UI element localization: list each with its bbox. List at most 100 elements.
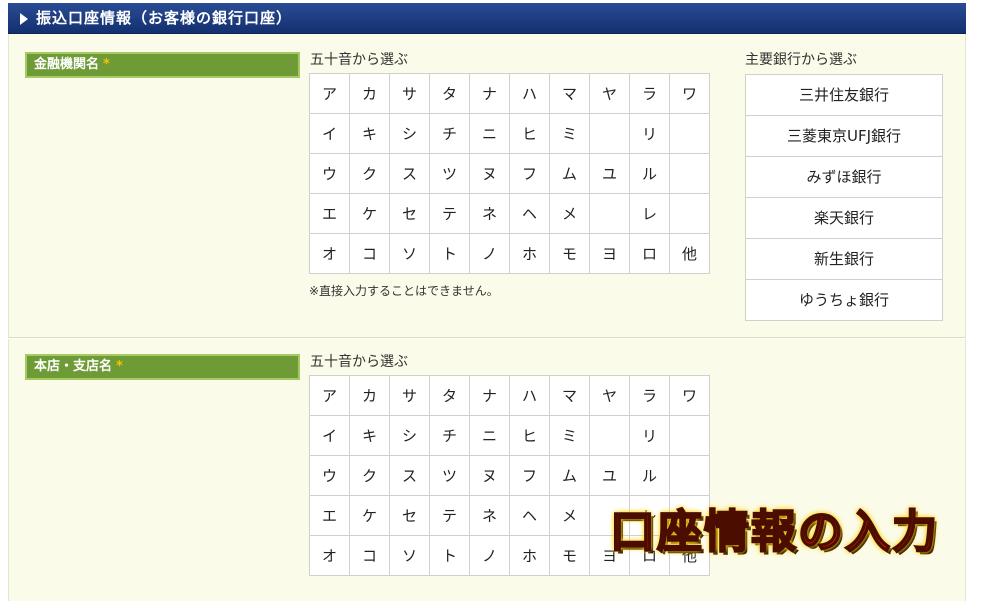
major-bank-item[interactable]: 楽天銀行 — [746, 198, 942, 239]
major-bank-item[interactable]: 新生銀行 — [746, 239, 942, 280]
kana-button[interactable]: ス — [389, 455, 430, 496]
kana-button[interactable]: ア — [309, 375, 350, 416]
kana-button[interactable]: コ — [349, 233, 390, 274]
kana-button[interactable]: ル — [629, 153, 670, 194]
kana-button[interactable]: ナ — [469, 375, 510, 416]
kana-button[interactable]: イ — [309, 415, 350, 456]
kana-button[interactable]: ソ — [389, 535, 430, 576]
kana-button[interactable]: ワ — [669, 375, 710, 416]
kana-button[interactable]: モ — [549, 233, 590, 274]
kana-button[interactable]: ヘ — [509, 193, 550, 234]
kana-button[interactable]: ヒ — [509, 415, 550, 456]
kana-button[interactable]: ユ — [589, 153, 630, 194]
kana-button[interactable]: リ — [629, 113, 670, 154]
kana-button[interactable]: エ — [309, 193, 350, 234]
kana-empty-cell — [589, 113, 630, 154]
kana-button[interactable]: チ — [429, 113, 470, 154]
kana-button[interactable]: ニ — [469, 113, 510, 154]
kana-button[interactable]: テ — [429, 193, 470, 234]
kana-button[interactable]: タ — [429, 375, 470, 416]
kana-empty-cell — [669, 153, 710, 194]
section-header: 振込口座情報（お客様の銀行口座） — [8, 3, 966, 34]
kana-button[interactable]: レ — [629, 193, 670, 234]
kana-button[interactable]: ナ — [469, 73, 510, 114]
kana-button[interactable]: メ — [549, 193, 590, 234]
kana-button[interactable]: ロ — [629, 233, 670, 274]
kana-button[interactable]: シ — [389, 113, 430, 154]
kana-button[interactable]: オ — [309, 233, 350, 274]
kana-button[interactable]: マ — [549, 375, 590, 416]
kana-button[interactable]: サ — [389, 375, 430, 416]
kana-button[interactable]: ヌ — [469, 455, 510, 496]
kana-button[interactable]: セ — [389, 193, 430, 234]
kana-button[interactable]: ヒ — [509, 113, 550, 154]
kana-button[interactable]: コ — [349, 535, 390, 576]
kana-button[interactable]: ム — [549, 153, 590, 194]
kana-button[interactable]: ホ — [509, 233, 550, 274]
kana-button[interactable]: ユ — [589, 455, 630, 496]
kana-button[interactable]: イ — [309, 113, 350, 154]
kana-button[interactable]: ニ — [469, 415, 510, 456]
kana-button[interactable]: ハ — [509, 375, 550, 416]
kana-button[interactable]: フ — [509, 455, 550, 496]
kana-button[interactable]: サ — [389, 73, 430, 114]
major-bank-item[interactable]: みずほ銀行 — [746, 157, 942, 198]
kana-button[interactable]: ミ — [549, 415, 590, 456]
kana-button[interactable]: ツ — [429, 153, 470, 194]
kana-button[interactable]: ケ — [349, 495, 390, 536]
kana-button[interactable]: ク — [349, 153, 390, 194]
kana-button[interactable]: カ — [349, 375, 390, 416]
kana-button[interactable]: ヨ — [589, 233, 630, 274]
kana-button[interactable]: ヤ — [589, 375, 630, 416]
kana-button[interactable]: ネ — [469, 495, 510, 536]
kana-button[interactable]: ノ — [469, 233, 510, 274]
kana-button[interactable]: ヤ — [589, 73, 630, 114]
kana-button[interactable]: オ — [309, 535, 350, 576]
major-bank-item[interactable]: ゆうちょ銀行 — [746, 280, 942, 320]
kana-button[interactable]: ラ — [629, 73, 670, 114]
kana-button[interactable]: ソ — [389, 233, 430, 274]
branch-name-label-text: 本店・支店名 — [34, 359, 113, 374]
kana-button[interactable]: ノ — [469, 535, 510, 576]
kana-empty-cell — [669, 415, 710, 456]
kana-button[interactable]: キ — [349, 113, 390, 154]
kana-button[interactable]: テ — [429, 495, 470, 536]
kana-button[interactable]: リ — [629, 415, 670, 456]
major-bank-item[interactable]: 三菱東京UFJ銀行 — [746, 116, 942, 157]
kana-button[interactable]: ハ — [509, 73, 550, 114]
kana-button[interactable]: ク — [349, 455, 390, 496]
kana-button[interactable]: ツ — [429, 455, 470, 496]
major-bank-item[interactable]: 三井住友銀行 — [746, 75, 942, 116]
kana-button[interactable]: ウ — [309, 455, 350, 496]
kana-button[interactable]: ア — [309, 73, 350, 114]
kana-button[interactable]: ト — [429, 233, 470, 274]
kana-button[interactable]: ケ — [349, 193, 390, 234]
kana-row: アカサタナハマヤラワ — [309, 375, 710, 416]
kana-button[interactable]: メ — [549, 495, 590, 536]
kana-button[interactable]: カ — [349, 73, 390, 114]
required-mark: * — [116, 359, 123, 374]
kana-button[interactable]: ホ — [509, 535, 550, 576]
kana-button[interactable]: セ — [389, 495, 430, 536]
kana-button[interactable]: ヌ — [469, 153, 510, 194]
kana-button[interactable]: エ — [309, 495, 350, 536]
kana-button[interactable]: フ — [509, 153, 550, 194]
kana-button[interactable]: ウ — [309, 153, 350, 194]
kana-button[interactable]: マ — [549, 73, 590, 114]
triangle-right-icon — [20, 13, 28, 25]
kana-button[interactable]: 他 — [669, 233, 710, 274]
kana-button[interactable]: キ — [349, 415, 390, 456]
kana-button[interactable]: ヘ — [509, 495, 550, 536]
kana-button[interactable]: ム — [549, 455, 590, 496]
kana-button[interactable]: ネ — [469, 193, 510, 234]
kana-button[interactable]: シ — [389, 415, 430, 456]
kana-button[interactable]: チ — [429, 415, 470, 456]
kana-button[interactable]: モ — [549, 535, 590, 576]
kana-button[interactable]: タ — [429, 73, 470, 114]
kana-button[interactable]: ミ — [549, 113, 590, 154]
kana-button[interactable]: ラ — [629, 375, 670, 416]
kana-button[interactable]: ワ — [669, 73, 710, 114]
kana-button[interactable]: ト — [429, 535, 470, 576]
kana-button[interactable]: ス — [389, 153, 430, 194]
kana-button[interactable]: ル — [629, 455, 670, 496]
